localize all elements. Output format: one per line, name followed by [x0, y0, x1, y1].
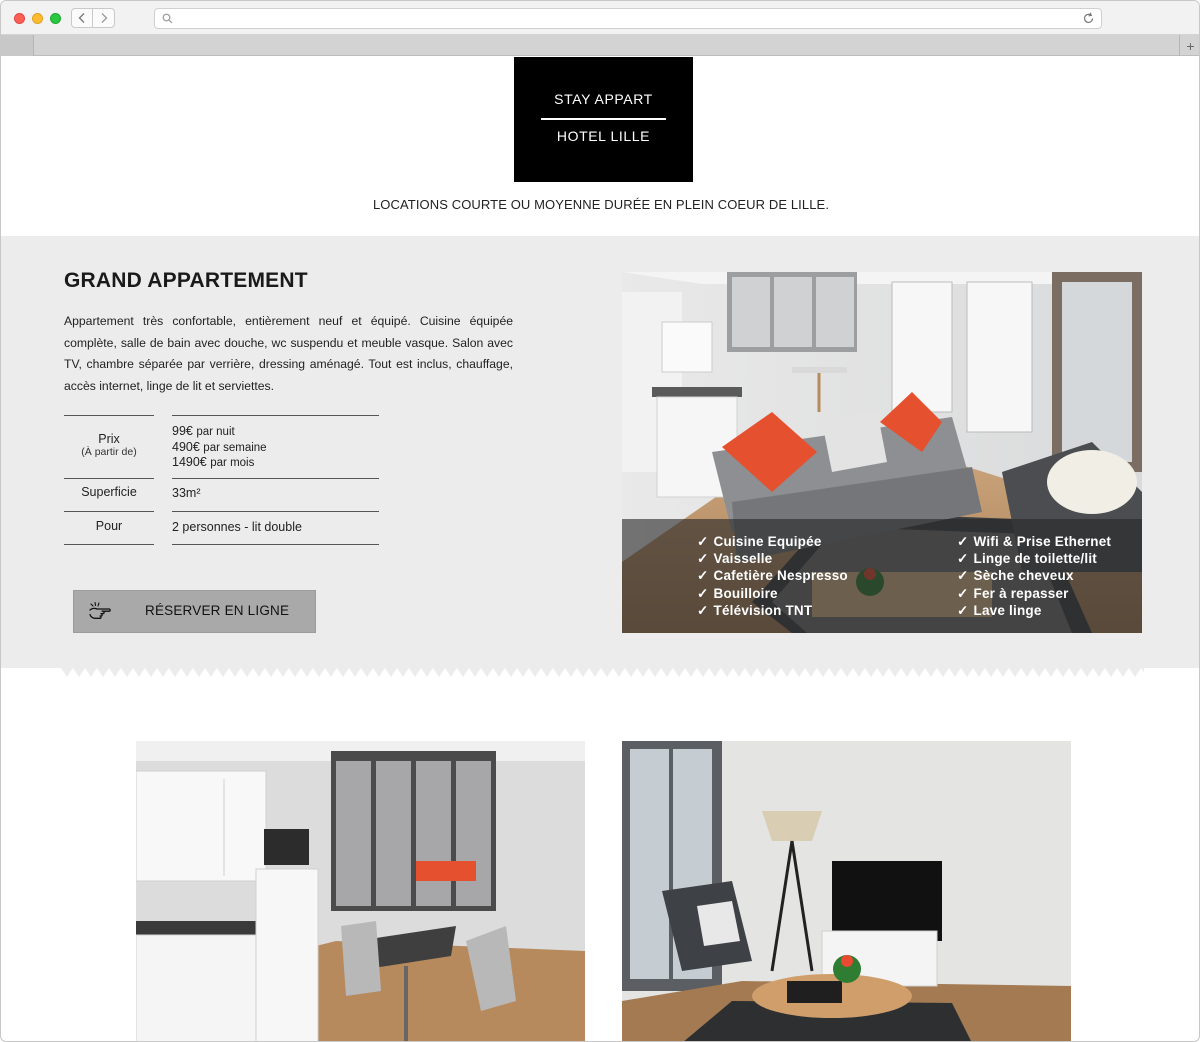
table-divider	[64, 415, 154, 416]
new-tab-button[interactable]: +	[1179, 35, 1199, 56]
checkmark-icon: ✓	[957, 585, 969, 601]
table-divider	[64, 544, 154, 545]
table-divider	[172, 544, 379, 545]
close-window-button[interactable]	[14, 13, 25, 24]
minimize-window-button[interactable]	[32, 13, 43, 24]
chevron-right-icon	[101, 13, 107, 23]
amenity-item: ✓ Linge de toilette/lit	[957, 550, 1111, 567]
amenities-list-right: ✓ Wifi & Prise Ethernet ✓ Linge de toilette…	[957, 533, 1111, 619]
checkmark-icon: ✓	[697, 568, 709, 584]
hand-pointer-icon	[89, 601, 111, 619]
chevron-left-icon	[78, 13, 85, 23]
amenity-item: ✓ Wifi & Prise Ethernet	[957, 533, 1111, 550]
logo-line-1: STAY APPART	[554, 91, 653, 107]
listing-description: Appartement très confortable, entièremen…	[64, 314, 513, 393]
amenities-list-left: ✓ Cuisine Equipée ✓ Vaisselle ✓ Cafetière Nes…	[697, 533, 848, 619]
amenity-label: Sèche cheveux	[973, 568, 1074, 584]
living-area-photo	[622, 741, 1071, 1041]
forward-button[interactable]	[93, 8, 115, 28]
price-sublabel: (À partir de)	[81, 446, 137, 458]
amenity-item: ✓ Cafetière Nespresso	[697, 567, 848, 584]
tab-strip: +	[1, 35, 1199, 56]
price-month-amount: 1490€	[172, 455, 207, 469]
amenity-item: ✓ Vaisselle	[697, 550, 848, 567]
amenity-label: Vaisselle	[713, 551, 773, 567]
tab-active[interactable]	[1, 35, 34, 56]
price-week-unit: par semaine	[203, 441, 267, 454]
guests-value: 2 personnes - lit double	[172, 520, 302, 534]
table-divider	[172, 478, 379, 479]
amenity-label: Cafetière Nespresso	[713, 568, 848, 584]
book-online-button[interactable]: RÉSERVER EN LIGNE	[73, 590, 316, 633]
table-divider	[172, 511, 379, 512]
amenity-label: Fer à repasser	[973, 585, 1069, 601]
amenity-item: ✓ Sèche cheveux	[957, 567, 1111, 584]
amenity-item: ✓ Télévision TNT	[697, 602, 848, 619]
table-divider	[64, 511, 154, 512]
checkmark-icon: ✓	[957, 568, 969, 584]
checkmark-icon: ✓	[957, 534, 969, 549]
guests-label: Pour	[95, 519, 123, 533]
address-bar[interactable]	[154, 8, 1102, 29]
price-week: 490€ par semaine	[172, 440, 267, 456]
checkmark-icon: ✓	[697, 551, 709, 567]
search-icon	[162, 13, 173, 24]
listing-title: GRAND APPARTEMENT	[64, 269, 308, 292]
zoom-window-button[interactable]	[50, 13, 61, 24]
amenity-item: ✓ Bouilloire	[697, 585, 848, 602]
checkmark-icon: ✓	[957, 551, 969, 567]
logo-line-2: HOTEL LILLE	[556, 128, 651, 144]
price-night-amount: 99€	[172, 424, 193, 438]
checkmark-icon: ✓	[697, 585, 709, 601]
area-value: 33m²	[172, 486, 201, 500]
checkmark-icon: ✓	[697, 602, 709, 618]
price-values: 99€ par nuit 490€ par semaine 1490€ par …	[172, 424, 267, 471]
area-label: Superficie	[81, 485, 137, 499]
logo-divider	[541, 118, 666, 120]
site-tagline: LOCATIONS COURTE OU MOYENNE DURÉE EN PLE…	[372, 197, 830, 212]
site-logo[interactable]: STAY APPART HOTEL LILLE	[514, 57, 693, 182]
browser-titlebar	[1, 1, 1199, 35]
price-label-text: Prix	[98, 432, 120, 446]
browser-window: + STAY APPART HOTEL LILLE LOCATIONS COUR…	[0, 0, 1200, 1042]
table-divider	[172, 415, 379, 416]
amenity-label: Télévision TNT	[713, 602, 813, 618]
price-week-amount: 490€	[172, 439, 200, 454]
amenity-label: Linge de toilette/lit	[973, 551, 1097, 567]
amenity-item: ✓ Cuisine Equipée	[697, 533, 848, 550]
kitchen-photo	[136, 741, 585, 1041]
price-month-unit: par mois	[210, 457, 255, 469]
amenity-label: Lave linge	[973, 602, 1042, 618]
plus-icon: +	[1186, 37, 1195, 54]
amenity-item: ✓ Lave linge	[957, 602, 1111, 619]
amenity-label: Wifi & Prise Ethernet	[973, 534, 1112, 549]
table-divider	[64, 478, 154, 479]
back-button[interactable]	[71, 8, 93, 28]
amenity-label: Bouilloire	[713, 585, 778, 601]
price-night-unit: par nuit	[196, 426, 235, 438]
price-label: Prix (À partir de)	[64, 432, 154, 458]
zigzag-divider	[61, 668, 1144, 677]
book-online-label: RÉSERVER EN LIGNE	[145, 603, 290, 618]
amenity-label: Cuisine Equipée	[713, 534, 822, 549]
price-night: 99€ par nuit	[172, 424, 267, 440]
amenity-item: ✓ Fer à repasser	[957, 585, 1111, 602]
checkmark-icon: ✓	[697, 534, 709, 549]
price-month: 1490€ par mois	[172, 455, 267, 471]
checkmark-icon: ✓	[957, 602, 969, 618]
reload-icon[interactable]	[1082, 12, 1095, 25]
